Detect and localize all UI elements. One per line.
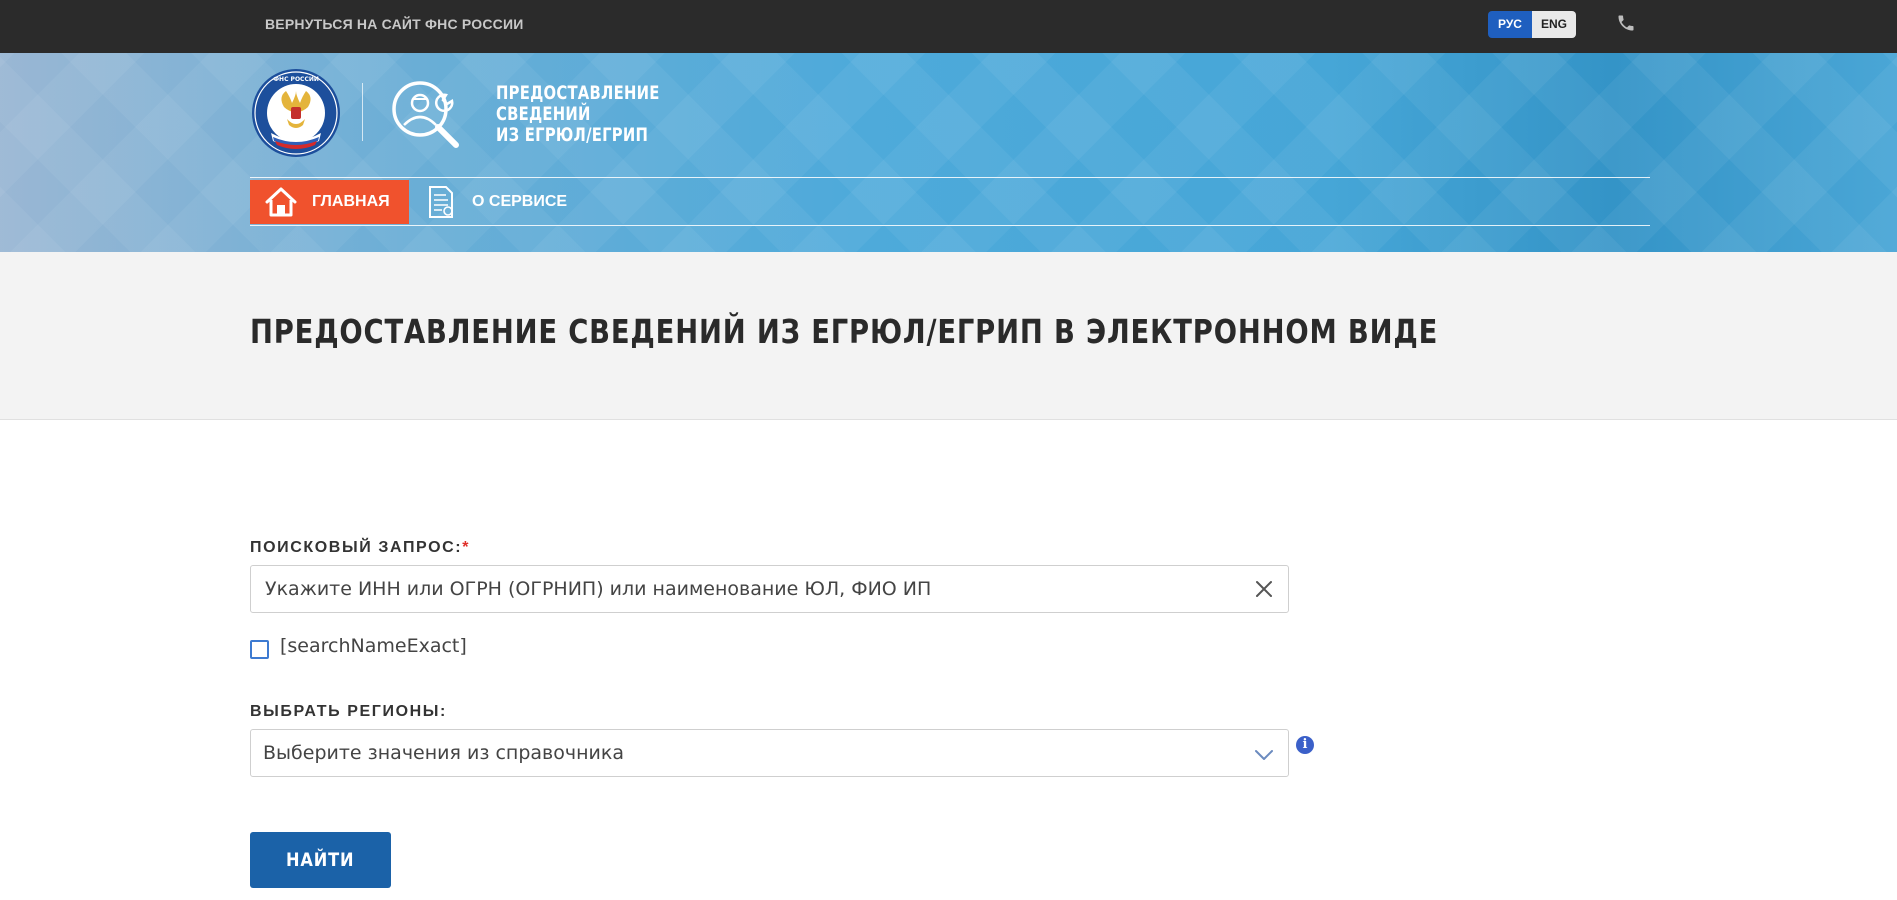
info-icon[interactable]: i — [1296, 736, 1314, 754]
search-field[interactable] — [250, 565, 1289, 613]
lang-ru-button[interactable]: РУС — [1488, 11, 1532, 38]
regions-select[interactable]: Выберите значения из справочника — [250, 729, 1289, 777]
exact-name-checkbox-label[interactable]: [searchNameExact] — [280, 635, 467, 657]
title-band: ПРЕДОСТАВЛЕНИЕ СВЕДЕНИЙ ИЗ ЕГРЮЛ/ЕГРИП В… — [0, 252, 1897, 420]
nav-top-divider — [250, 177, 1650, 178]
search-input[interactable] — [263, 566, 1223, 612]
service-title-line-1: ПРЕДОСТАВЛЕНИЕ — [496, 82, 660, 104]
regions-select-value: Выберите значения из справочника — [263, 742, 624, 764]
phone-icon[interactable] — [1616, 13, 1636, 33]
nav-bottom-divider — [250, 225, 1650, 226]
regions-label: ВЫБРАТЬ РЕГИОНЫ: — [250, 703, 447, 720]
site-header: ФНС РОССИИ ПРЕДОСТАВЛЕНИЕ СВЕДЕНИЙ ИЗ ЕГ… — [0, 53, 1897, 252]
nav-home-label: ГЛАВНАЯ — [312, 193, 390, 210]
exact-name-checkbox[interactable] — [250, 640, 269, 659]
required-mark: * — [462, 539, 471, 556]
service-title-line-2: СВЕДЕНИЙ — [496, 103, 591, 125]
fns-emblem-logo[interactable]: ФНС РОССИИ — [251, 67, 341, 159]
nav-about-label: О СЕРВИСЕ — [472, 193, 568, 210]
search-label: ПОИСКОВЫЙ ЗАПРОС:* — [250, 539, 470, 557]
chevron-down-icon[interactable] — [1253, 744, 1275, 764]
page-title: ПРЕДОСТАВЛЕНИЕ СВЕДЕНИЙ ИЗ ЕГРЮЛ/ЕГРИП В… — [250, 312, 1439, 351]
magnifier-person-icon — [392, 81, 459, 148]
find-button[interactable]: НАЙТИ — [250, 832, 391, 888]
search-label-text: ПОИСКОВЫЙ ЗАПРОС: — [250, 539, 463, 556]
nav-home-tab[interactable]: ГЛАВНАЯ — [250, 180, 409, 224]
home-icon — [265, 187, 297, 217]
document-icon — [429, 186, 453, 218]
language-switcher: РУС ENG — [1488, 11, 1576, 38]
find-button-label: НАЙТИ — [286, 849, 355, 871]
svg-text:ФНС РОССИИ: ФНС РОССИИ — [273, 76, 319, 83]
back-to-fns-link[interactable]: ВЕРНУТЬСЯ НА САЙТ ФНС РОССИИ — [265, 16, 523, 32]
service-title-line-3: ИЗ ЕГРЮЛ/ЕГРИП — [496, 124, 649, 146]
lang-en-button[interactable]: ENG — [1532, 11, 1576, 38]
top-bar: ВЕРНУТЬСЯ НА САЙТ ФНС РОССИИ РУС ENG — [0, 0, 1897, 53]
nav-about-tab[interactable]: О СЕРВИСЕ — [422, 180, 572, 224]
service-title: ПРЕДОСТАВЛЕНИЕ СВЕДЕНИЙ ИЗ ЕГРЮЛ/ЕГРИП — [496, 83, 660, 146]
logo-divider — [362, 83, 363, 141]
clear-icon[interactable] — [1253, 578, 1275, 600]
